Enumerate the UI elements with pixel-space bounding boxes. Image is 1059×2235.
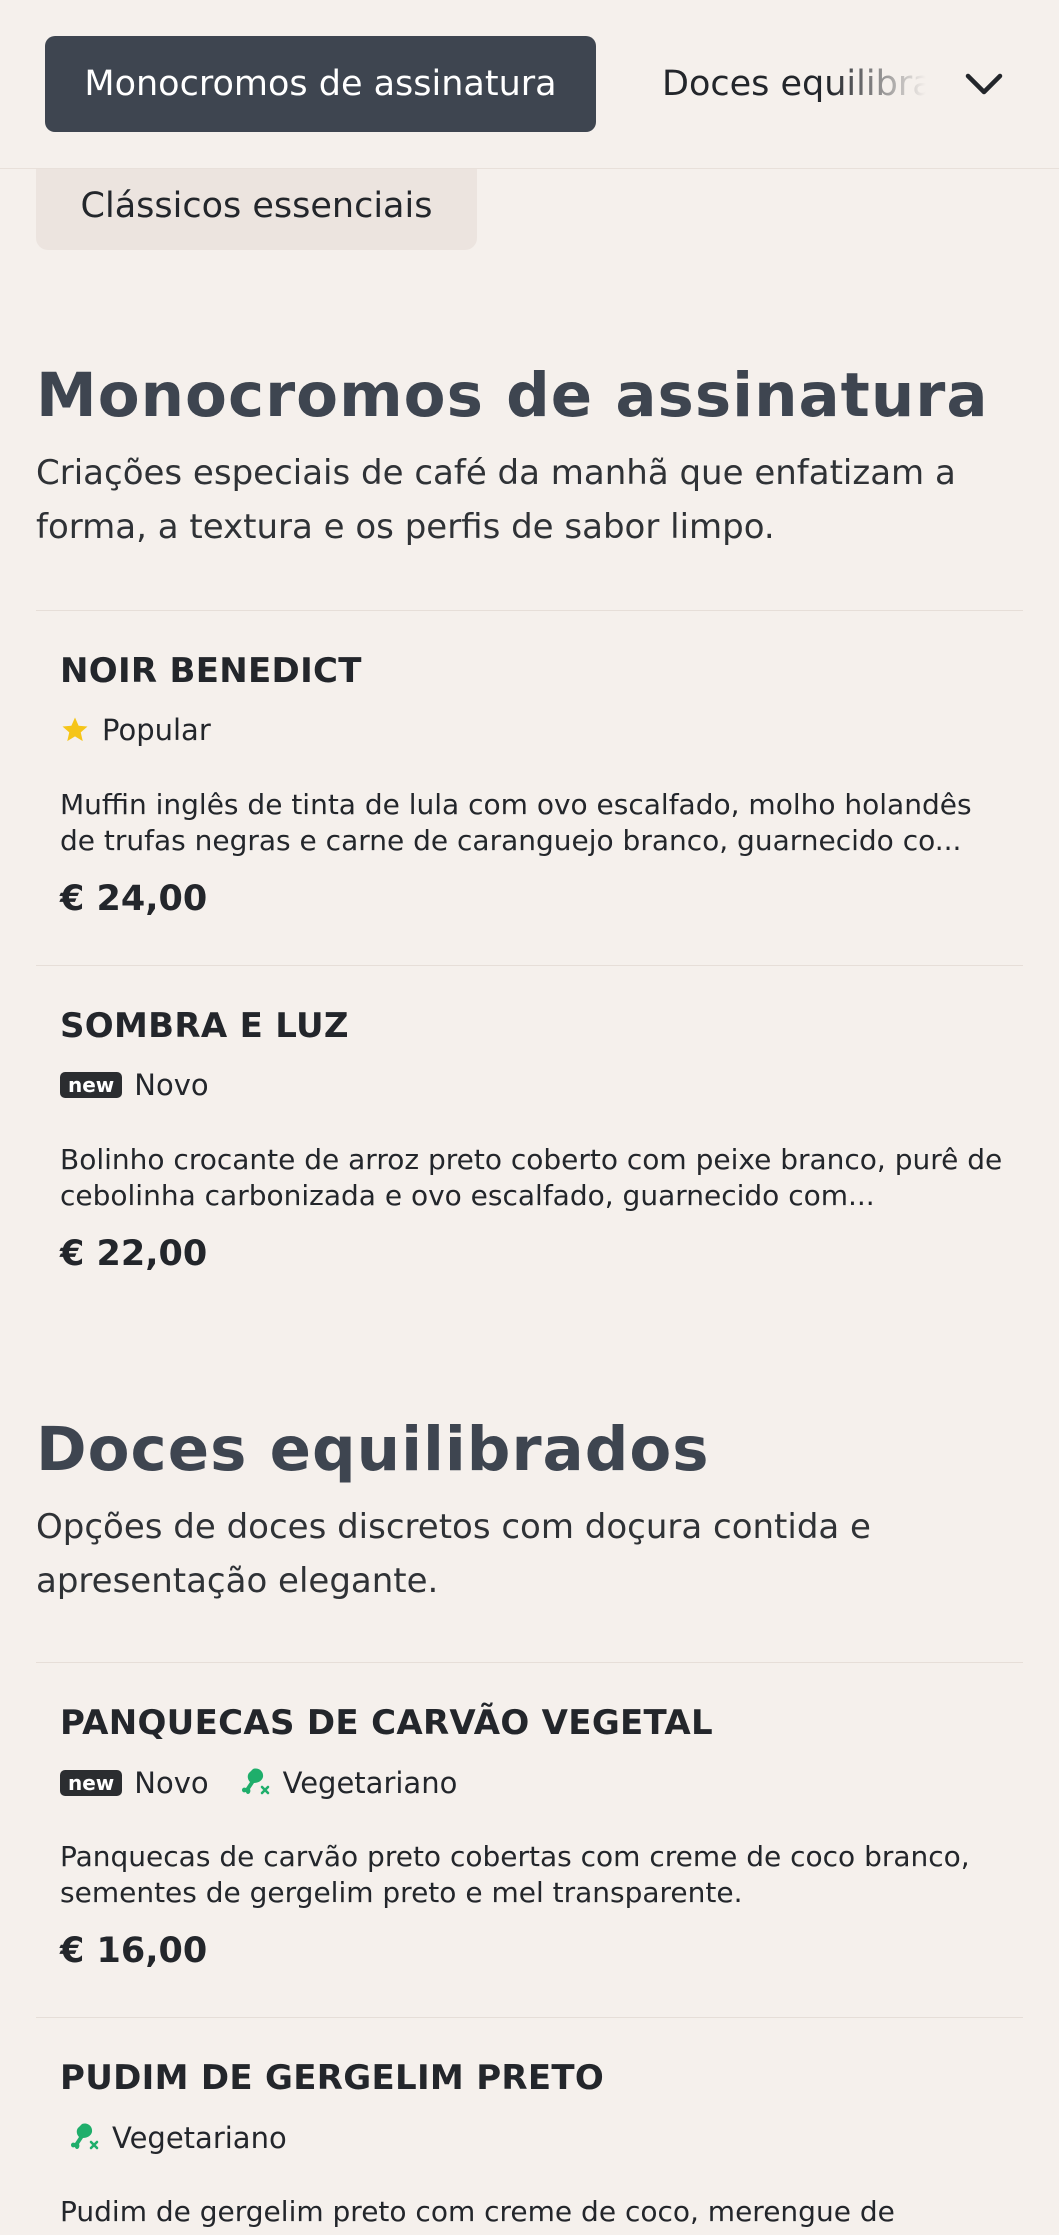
item-tags: Vegetariano xyxy=(60,2120,309,2156)
item-name: NOIR BENEDICT xyxy=(60,651,362,691)
item-name: SOMBRA E LUZ xyxy=(60,1006,349,1046)
menu-item[interactable]: PANQUECAS DE CARVÃO VEGETAL new Novo Veg… xyxy=(36,1662,1023,2017)
tag-label: Vegetariano xyxy=(282,1766,458,1800)
section-title: Monocromos de assinatura xyxy=(36,360,989,431)
item-description: Pudim de gergelim preto com creme de coc… xyxy=(60,2195,895,2228)
no-meat-icon xyxy=(241,1768,269,1795)
section-doces: Doces equilibrados Opções de doces discr… xyxy=(36,1414,1023,2235)
tag-vegetarian: Vegetariano xyxy=(60,2120,287,2156)
item-description: Muffin inglês de tinta de lula com ovo e… xyxy=(60,788,972,857)
item-name: PANQUECAS DE CARVÃO VEGETAL xyxy=(60,1703,713,1743)
tag-label: Novo xyxy=(134,1766,209,1800)
item-price: € 16,00 xyxy=(60,1931,208,1971)
tab-label: Clássicos essenciais xyxy=(80,186,433,226)
scroll-fade xyxy=(830,30,950,140)
tag-new: new Novo xyxy=(60,1068,209,1102)
item-tags: Popular xyxy=(60,713,233,747)
item-tags: new Novo Vegetariano xyxy=(60,1765,479,1801)
item-price: € 24,00 xyxy=(60,879,208,919)
section-title: Doces equilibrados xyxy=(36,1414,710,1485)
tag-label: Vegetariano xyxy=(112,2121,287,2155)
tab-label: Monocromos de assinatura xyxy=(84,64,557,104)
item-tags: new Novo xyxy=(60,1068,231,1102)
tab-monocromos-de-assinatura[interactable]: Monocromos de assinatura xyxy=(45,36,596,132)
tag-popular: Popular xyxy=(60,713,211,747)
new-badge: new xyxy=(60,1770,123,1796)
section-description: Criações especiais de café da manhã que … xyxy=(36,453,956,547)
menu-item[interactable]: PUDIM DE GERGELIM PRETO Vegetariano Pudi… xyxy=(36,2017,1023,2235)
new-badge: new xyxy=(60,1072,123,1098)
section-monocromos: Monocromos de assinatura Criações especi… xyxy=(36,360,1023,1280)
tag-new: new Novo xyxy=(60,1766,209,1800)
star-icon xyxy=(62,717,88,742)
tag-label: Popular xyxy=(102,713,211,747)
chevron-down-icon[interactable] xyxy=(960,60,1008,108)
menu-item[interactable]: NOIR BENEDICT Popular Muffin inglês de t… xyxy=(36,610,1023,965)
item-description: Panquecas de carvão preto cobertas com c… xyxy=(60,1840,970,1909)
section-description: Opções de doces discretos com doçura con… xyxy=(36,1507,871,1601)
category-nav: Monocromos de assinatura Doces equilibra… xyxy=(0,0,1059,169)
tag-vegetarian: Vegetariano xyxy=(231,1765,458,1801)
item-description: Bolinho crocante de arroz preto coberto … xyxy=(60,1143,1003,1212)
item-name: PUDIM DE GERGELIM PRETO xyxy=(60,2058,605,2098)
item-price: € 22,00 xyxy=(60,1234,208,1274)
tag-label: Novo xyxy=(134,1068,209,1102)
menu-item[interactable]: SOMBRA E LUZ new Novo Bolinho crocante d… xyxy=(36,965,1023,1320)
no-meat-icon xyxy=(71,2123,99,2150)
